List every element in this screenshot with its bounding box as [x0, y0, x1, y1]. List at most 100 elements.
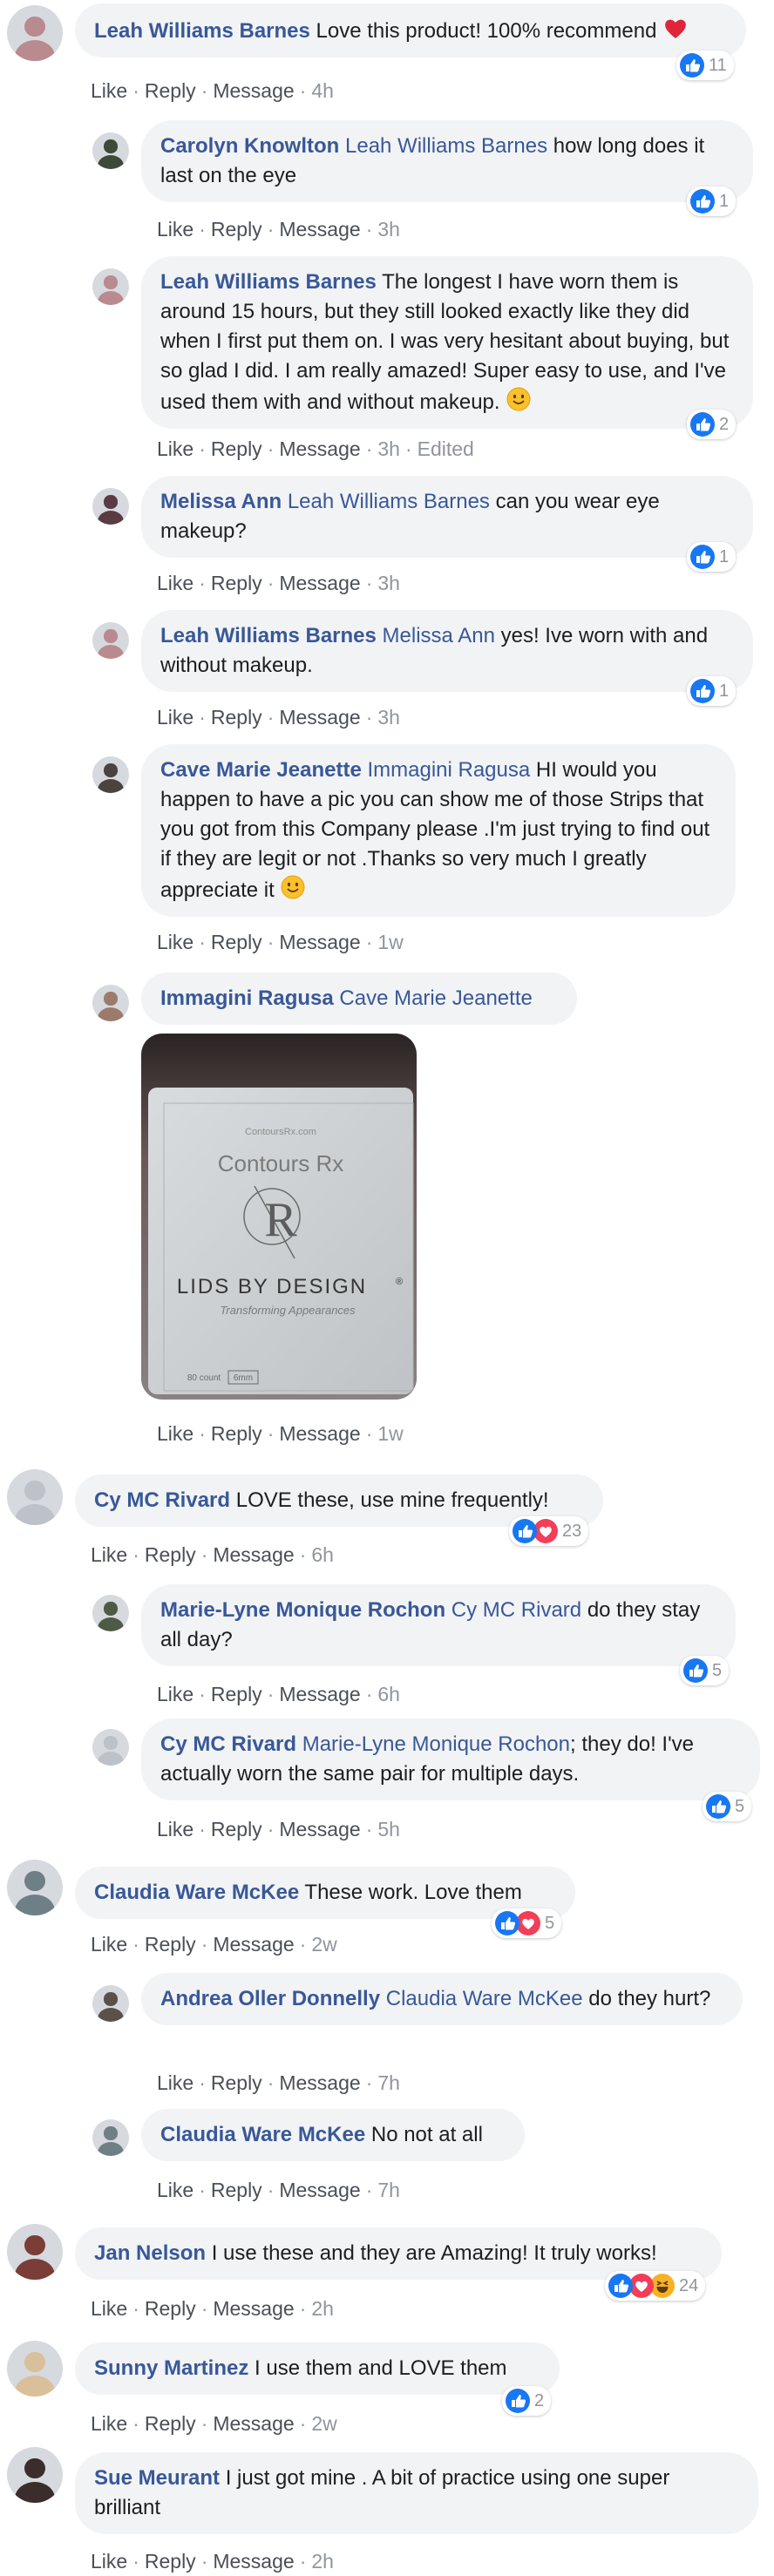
message-link[interactable]: Message [279, 1818, 360, 1840]
like-link[interactable]: Like [91, 2297, 127, 2320]
message-link[interactable]: Message [213, 1543, 294, 1566]
comment-mention[interactable]: Melissa Ann [383, 624, 495, 647]
comment-timestamp[interactable]: 2h [311, 2297, 334, 2320]
like-link[interactable]: Like [157, 1422, 194, 1445]
comment-photo[interactable]: ContoursRx.com Contours Rx R LIDS BY DESIGN… [141, 1034, 417, 1400]
comment-timestamp[interactable]: 5h [377, 1818, 400, 1840]
comment-author[interactable]: Cy MC Rivard [160, 1732, 296, 1756]
reaction-summary[interactable]: 5 [680, 1656, 730, 1685]
reply-link[interactable]: Reply [211, 931, 262, 953]
avatar[interactable] [92, 2119, 129, 2156]
reply-link[interactable]: Reply [211, 1818, 262, 1840]
reaction-summary[interactable]: 5 [703, 1792, 752, 1821]
comment-mention[interactable]: Immagini Ragusa [367, 758, 530, 782]
reaction-summary[interactable]: 1 [687, 542, 737, 572]
comment-author[interactable]: Leah Williams Barnes [160, 270, 377, 294]
comment-author[interactable]: Jan Nelson [94, 2241, 206, 2265]
comment-author[interactable]: Sue Meurant [94, 2466, 220, 2490]
like-link[interactable]: Like [157, 1683, 194, 1705]
avatar[interactable] [7, 1860, 63, 1915]
avatar[interactable] [92, 1985, 129, 2022]
reply-link[interactable]: Reply [145, 2297, 196, 2320]
reply-link[interactable]: Reply [211, 437, 262, 460]
comment-mention[interactable]: Claudia Ware McKee [386, 1987, 583, 2010]
avatar[interactable] [7, 2224, 63, 2280]
comment-author[interactable]: Cy MC Rivard [94, 1488, 230, 1512]
avatar[interactable] [92, 985, 129, 1021]
like-link[interactable]: Like [91, 79, 127, 102]
comment-author[interactable]: Carolyn Knowlton [160, 134, 339, 158]
comment-author[interactable]: Claudia Ware McKee [160, 2123, 365, 2146]
message-link[interactable]: Message [279, 1683, 360, 1705]
avatar[interactable] [92, 268, 129, 305]
message-link[interactable]: Message [279, 437, 360, 460]
like-link[interactable]: Like [157, 2179, 194, 2201]
comment-author[interactable]: Leah Williams Barnes [160, 624, 377, 647]
reaction-summary[interactable]: 23 [509, 1516, 589, 1546]
like-link[interactable]: Like [157, 706, 194, 729]
comment-author[interactable]: Sunny Martinez [94, 2356, 248, 2380]
like-link[interactable]: Like [157, 2071, 194, 2094]
comment-author[interactable]: Cave Marie Jeanette [160, 758, 362, 782]
reaction-summary[interactable]: 24 [605, 2271, 706, 2301]
reply-link[interactable]: Reply [211, 2071, 262, 2094]
comment-timestamp[interactable]: 1w [377, 1422, 403, 1445]
reply-link[interactable]: Reply [145, 2550, 196, 2573]
like-link[interactable]: Like [91, 2412, 127, 2435]
like-link[interactable]: Like [157, 1818, 194, 1840]
avatar[interactable] [7, 1469, 63, 1525]
reaction-summary[interactable]: 1 [687, 186, 737, 216]
reply-link[interactable]: Reply [211, 1422, 262, 1445]
comment-mention[interactable]: Cy MC Rivard [452, 1598, 581, 1622]
message-link[interactable]: Message [213, 79, 294, 102]
like-link[interactable]: Like [91, 1543, 127, 1566]
comment-author[interactable]: Melissa Ann [160, 490, 282, 513]
reply-link[interactable]: Reply [145, 1543, 196, 1566]
reaction-summary[interactable]: 5 [492, 1908, 562, 1938]
avatar[interactable] [92, 488, 129, 525]
comment-mention[interactable]: Marie-Lyne Monique Rochon [302, 1732, 570, 1756]
reply-link[interactable]: Reply [211, 706, 262, 729]
comment-timestamp[interactable]: 3h [377, 572, 400, 594]
comment-timestamp[interactable]: 2h [311, 2550, 334, 2573]
avatar[interactable] [92, 756, 129, 793]
reply-link[interactable]: Reply [145, 2412, 196, 2435]
message-link[interactable]: Message [279, 218, 360, 241]
message-link[interactable]: Message [279, 572, 360, 594]
message-link[interactable]: Message [213, 2550, 294, 2573]
reaction-summary[interactable]: 11 [676, 51, 734, 80]
avatar[interactable] [7, 2447, 63, 2503]
comment-mention[interactable]: Cave Marie Jeanette [339, 986, 532, 1010]
comment-timestamp[interactable]: 4h [311, 79, 334, 102]
reply-link[interactable]: Reply [211, 218, 262, 241]
comment-timestamp[interactable]: 3h [377, 218, 400, 241]
like-link[interactable]: Like [91, 2550, 127, 2573]
comment-author[interactable]: Leah Williams Barnes [94, 19, 310, 43]
reaction-summary[interactable]: 1 [687, 676, 737, 706]
message-link[interactable]: Message [279, 931, 360, 953]
avatar[interactable] [7, 5, 63, 61]
comment-timestamp[interactable]: 2w [311, 2412, 336, 2435]
comment-timestamp[interactable]: 3h [377, 437, 400, 460]
message-link[interactable]: Message [279, 2071, 360, 2094]
avatar[interactable] [92, 1595, 129, 1631]
comment-author[interactable]: Claudia Ware McKee [94, 1881, 299, 1904]
avatar[interactable] [92, 622, 129, 659]
comment-author[interactable]: Immagini Ragusa [160, 986, 334, 1010]
comment-mention[interactable]: Leah Williams Barnes [345, 134, 547, 158]
like-link[interactable]: Like [91, 1933, 127, 1956]
avatar[interactable] [7, 2341, 63, 2396]
reaction-summary[interactable]: 2 [687, 410, 737, 439]
reply-link[interactable]: Reply [211, 2179, 262, 2201]
comment-author[interactable]: Marie-Lyne Monique Rochon [160, 1598, 445, 1622]
like-link[interactable]: Like [157, 931, 194, 953]
message-link[interactable]: Message [279, 2179, 360, 2201]
message-link[interactable]: Message [213, 1933, 294, 1956]
comment-timestamp[interactable]: 7h [377, 2071, 400, 2094]
message-link[interactable]: Message [279, 706, 360, 729]
reply-link[interactable]: Reply [211, 1683, 262, 1705]
message-link[interactable]: Message [279, 1422, 360, 1445]
edited-label[interactable]: Edited [418, 437, 474, 460]
message-link[interactable]: Message [213, 2412, 294, 2435]
comment-mention[interactable]: Leah Williams Barnes [288, 490, 490, 513]
